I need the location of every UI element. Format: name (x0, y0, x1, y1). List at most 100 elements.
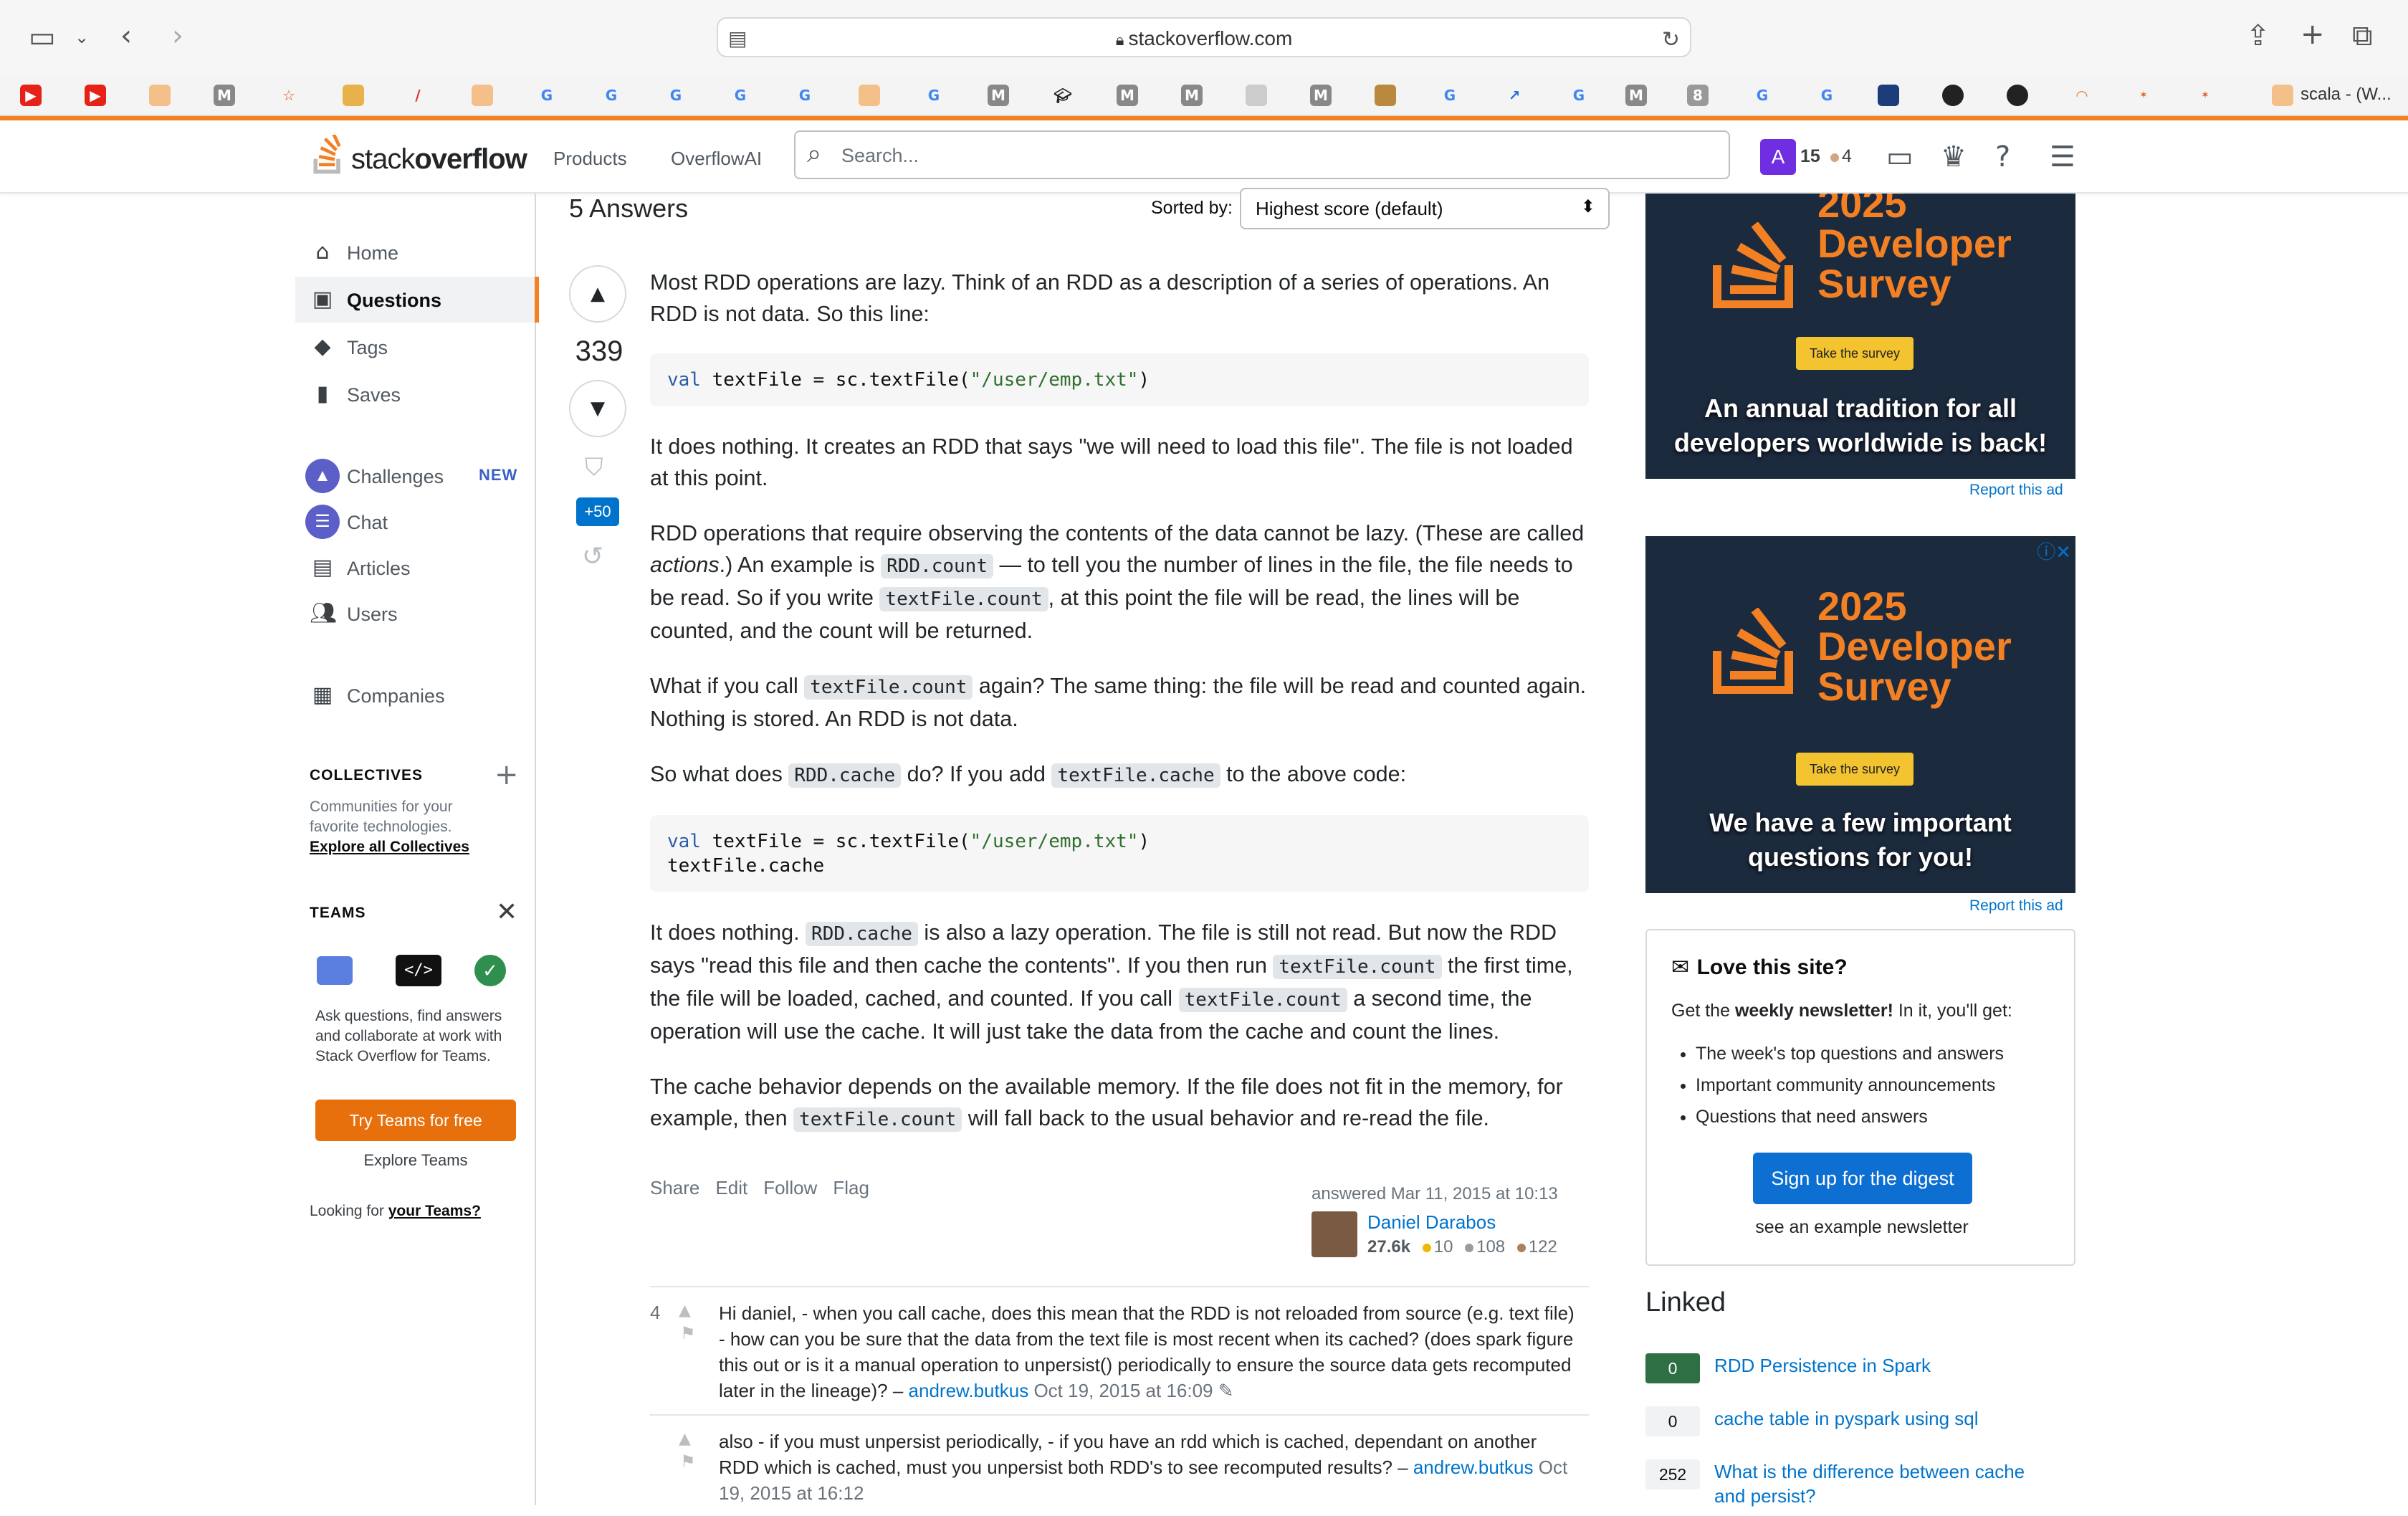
your-teams-link[interactable]: your Teams? (388, 1203, 481, 1219)
youtube-bookmark-icon[interactable]: ▶ (20, 85, 42, 106)
sort-select[interactable]: Highest score (default) ⬍ (1240, 188, 1610, 229)
medium-bookmark-icon[interactable]: M (214, 85, 235, 106)
spark-bookmark-icon[interactable]: ✶ (2194, 85, 2216, 106)
sidebar-toggle-icon[interactable]: ▭ (29, 23, 56, 52)
site-logo[interactable]: stackoverflow (351, 143, 527, 176)
stackoverflow-bookmark-icon[interactable] (859, 85, 880, 106)
sidebar-item-challenges[interactable]: ▲ Challenges NEW (295, 453, 535, 499)
google-bookmark-icon[interactable]: G (536, 85, 558, 106)
site-switcher-icon[interactable]: ☰ (2050, 140, 2075, 173)
medium-bookmark-icon[interactable]: M (1181, 85, 1203, 106)
sidebar-item-companies[interactable]: ▦ Companies (295, 672, 535, 718)
trophy-icon[interactable]: ♛ (1941, 140, 1967, 173)
box-bookmark-icon[interactable] (343, 85, 364, 106)
take-survey-button[interactable]: Take the survey (1796, 337, 1914, 370)
comment-upvote-icon[interactable]: ▲ (679, 1430, 691, 1448)
avatar[interactable]: A (1760, 139, 1796, 175)
active-tab-title[interactable]: scala - (W... (2300, 85, 2392, 105)
chart-bookmark-icon[interactable]: ↗ (1504, 85, 1525, 106)
author-link[interactable]: Daniel Darabos (1367, 1211, 1496, 1234)
report-ad-link[interactable]: Report this ad (1969, 897, 2063, 915)
medium-bookmark-icon[interactable]: M (988, 85, 1009, 106)
inbox-icon[interactable]: ▭ (1886, 140, 1914, 173)
follow-link[interactable]: Follow (763, 1177, 817, 1198)
google-bookmark-icon[interactable]: G (923, 85, 945, 106)
share-link[interactable]: Share (650, 1177, 699, 1198)
youtube-bookmark-icon[interactable]: ▶ (85, 85, 106, 106)
edit-link[interactable]: Edit (715, 1177, 747, 1198)
ad-banner[interactable]: 2025 Developer Survey Take the survey We h… (1645, 536, 2075, 893)
bookmark-icon[interactable]: ⛉ (585, 453, 603, 482)
star-bookmark-icon[interactable]: ☆ (278, 85, 300, 106)
example-newsletter-link[interactable]: see an example newsletter (1647, 1217, 2077, 1238)
sidebar-item-users[interactable]: 👥︎ Users (295, 591, 535, 637)
sidebar-item-articles[interactable]: ▤ Articles (295, 545, 535, 591)
linked-question-link[interactable]: cache table in pyspark using sql (1714, 1406, 2058, 1431)
sidebar-item-chat[interactable]: ☰ Chat (295, 499, 535, 545)
overflowai-link[interactable]: OverflowAI (671, 148, 762, 170)
medium-bookmark-icon[interactable]: M (1117, 85, 1138, 106)
linked-question-link[interactable]: What is the difference between cache and… (1714, 1459, 2058, 1508)
flag-icon[interactable]: ⚑ (680, 1451, 696, 1472)
github-bookmark-icon[interactable] (2007, 85, 2028, 106)
explore-teams-link[interactable]: Explore Teams (315, 1151, 516, 1170)
portrait-bookmark-icon[interactable] (1375, 85, 1396, 106)
google-bookmark-icon[interactable]: G (601, 85, 622, 106)
address-bar[interactable]: ▤ 🔒︎ stackoverflow.com ↻ (717, 17, 1691, 57)
google-bookmark-icon[interactable]: G (1439, 85, 1461, 106)
stackoverflow-bookmark-icon[interactable] (149, 85, 171, 106)
site-bookmark-icon[interactable] (1246, 85, 1267, 106)
ad-close-icon[interactable]: ⓘ✕ (2037, 538, 2071, 564)
google-bookmark-icon[interactable]: G (1816, 85, 1838, 106)
figure-bookmark-icon[interactable] (1878, 85, 1899, 106)
google-bookmark-icon[interactable]: G (1752, 85, 1773, 106)
history-icon[interactable]: ↺ (582, 542, 603, 571)
sidebar-item-saves[interactable]: ▮ Saves (295, 371, 535, 417)
comment-user-link[interactable]: andrew.butkus (1413, 1457, 1534, 1478)
new-tab-icon[interactable]: + (2300, 20, 2325, 49)
medium-bookmark-icon[interactable]: M (1625, 85, 1647, 106)
add-collective-icon[interactable]: + (494, 758, 519, 791)
sidebar-item-tags[interactable]: ◆ Tags (295, 324, 535, 370)
circle-bookmark-icon[interactable] (1942, 85, 1964, 106)
comment-time[interactable]: Oct 19, 2015 at 16:09 (1033, 1380, 1213, 1401)
stackoverflow-tab-icon[interactable] (2272, 85, 2293, 106)
comment-upvote-icon[interactable]: ▲ (679, 1302, 691, 1320)
try-teams-button[interactable]: Try Teams for free (315, 1100, 516, 1141)
chevron-down-icon[interactable]: ⌄ (75, 23, 89, 52)
upvote-button[interactable]: ▲ (569, 265, 626, 323)
products-link[interactable]: Products (553, 148, 627, 170)
google-bookmark-icon[interactable]: G (1568, 85, 1590, 106)
forward-icon[interactable]: › (172, 22, 183, 50)
share-icon[interactable]: ⇪ (2246, 22, 2270, 50)
signup-digest-button[interactable]: Sign up for the digest (1753, 1153, 1972, 1204)
linked-question-link[interactable]: RDD Persistence in Spark (1714, 1353, 2058, 1378)
ad-banner[interactable]: 2025 Developer Survey Take the survey An a… (1645, 194, 2075, 479)
help-icon[interactable]: ? (1995, 140, 2010, 173)
sidebar-item-questions[interactable]: ▣ Questions (295, 277, 539, 323)
flag-icon[interactable]: ⚑ (680, 1323, 696, 1343)
graduation-bookmark-icon[interactable]: 🎓︎ (1052, 85, 1074, 106)
stackoverflow-bookmark-icon[interactable] (472, 85, 493, 106)
stackoverflow-logo-icon[interactable] (308, 135, 348, 178)
user-avatar[interactable] (1312, 1211, 1357, 1257)
sidebar-item-home[interactable]: ⌂ Home (295, 229, 535, 275)
back-icon[interactable]: ‹ (120, 22, 132, 50)
medium-bookmark-icon[interactable]: M (1310, 85, 1332, 106)
take-survey-button[interactable]: Take the survey (1796, 753, 1914, 786)
close-icon[interactable]: ✕ (496, 897, 517, 927)
google-bookmark-icon[interactable]: G (665, 85, 687, 106)
comment-user-link[interactable]: andrew.butkus (909, 1380, 1029, 1401)
spark-bookmark-icon[interactable]: ✶ (2133, 85, 2154, 106)
downvote-button[interactable]: ▼ (569, 380, 626, 437)
explore-collectives-link[interactable]: Explore all Collectives (310, 839, 469, 856)
tab-overview-icon[interactable]: ⧉ (2352, 22, 2373, 50)
reload-icon[interactable]: ↻ (1662, 26, 1680, 54)
flag-link[interactable]: Flag (833, 1177, 869, 1198)
google-bookmark-icon[interactable]: G (730, 85, 751, 106)
google-bookmark-icon[interactable]: G (794, 85, 816, 106)
report-ad-link[interactable]: Report this ad (1969, 482, 2063, 499)
eight-bookmark-icon[interactable]: 8 (1687, 85, 1709, 106)
arc-bookmark-icon[interactable]: ◠ (2071, 85, 2093, 106)
search-input[interactable]: ⌕ Search... (794, 130, 1730, 179)
